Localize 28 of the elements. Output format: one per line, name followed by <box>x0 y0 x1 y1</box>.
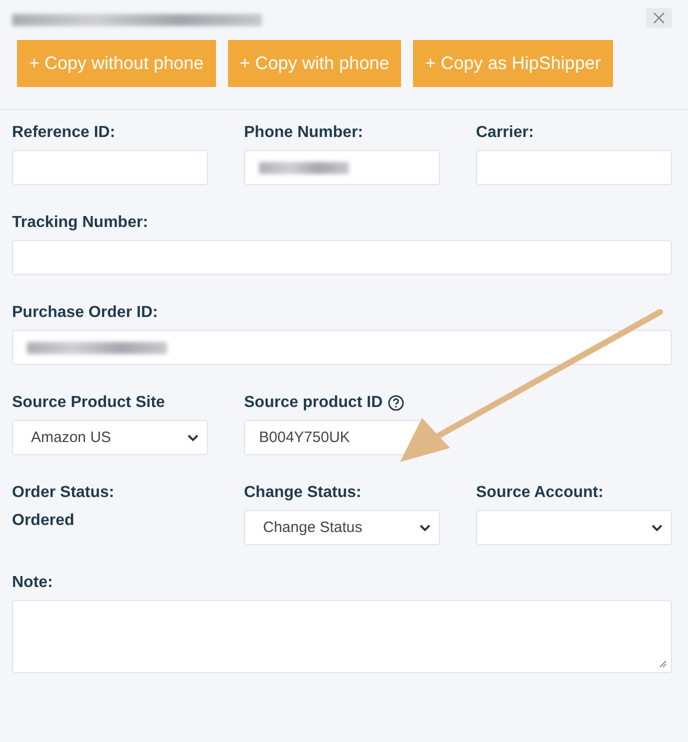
chevron-icon <box>187 434 199 442</box>
input-field[interactable] <box>12 330 672 365</box>
field-label: Change Status: <box>244 484 362 502</box>
field-label: Source Account: <box>476 484 604 502</box>
close-button[interactable] <box>646 8 672 28</box>
select-field[interactable]: Amazon US <box>12 420 208 455</box>
status-value: Ordered <box>12 511 76 530</box>
field-label: Phone Number: <box>244 124 364 142</box>
input-field[interactable] <box>12 240 672 275</box>
select-field[interactable] <box>476 510 672 545</box>
input-field[interactable] <box>476 150 672 185</box>
field-value: B004Y750UK <box>259 429 350 446</box>
chevron-icon <box>419 524 431 532</box>
field-label: Note: <box>12 574 53 592</box>
field-label: Source Product Site <box>12 394 165 412</box>
field-label: Carrier: <box>476 124 534 142</box>
field-label: Reference ID: <box>12 124 116 142</box>
select-field[interactable]: Change Status <box>244 510 440 545</box>
chevron-icon <box>651 524 663 532</box>
help-icon[interactable] <box>388 395 404 411</box>
field-label: Tracking Number: <box>12 214 148 232</box>
resize-handle-icon[interactable] <box>659 660 667 668</box>
input-field[interactable] <box>12 150 208 185</box>
field-label: Source product ID <box>244 394 383 412</box>
field-label: Order Status: <box>12 484 114 502</box>
input-field[interactable] <box>244 150 440 185</box>
field-label: Purchase Order ID: <box>12 304 158 322</box>
close-icon <box>653 12 665 24</box>
